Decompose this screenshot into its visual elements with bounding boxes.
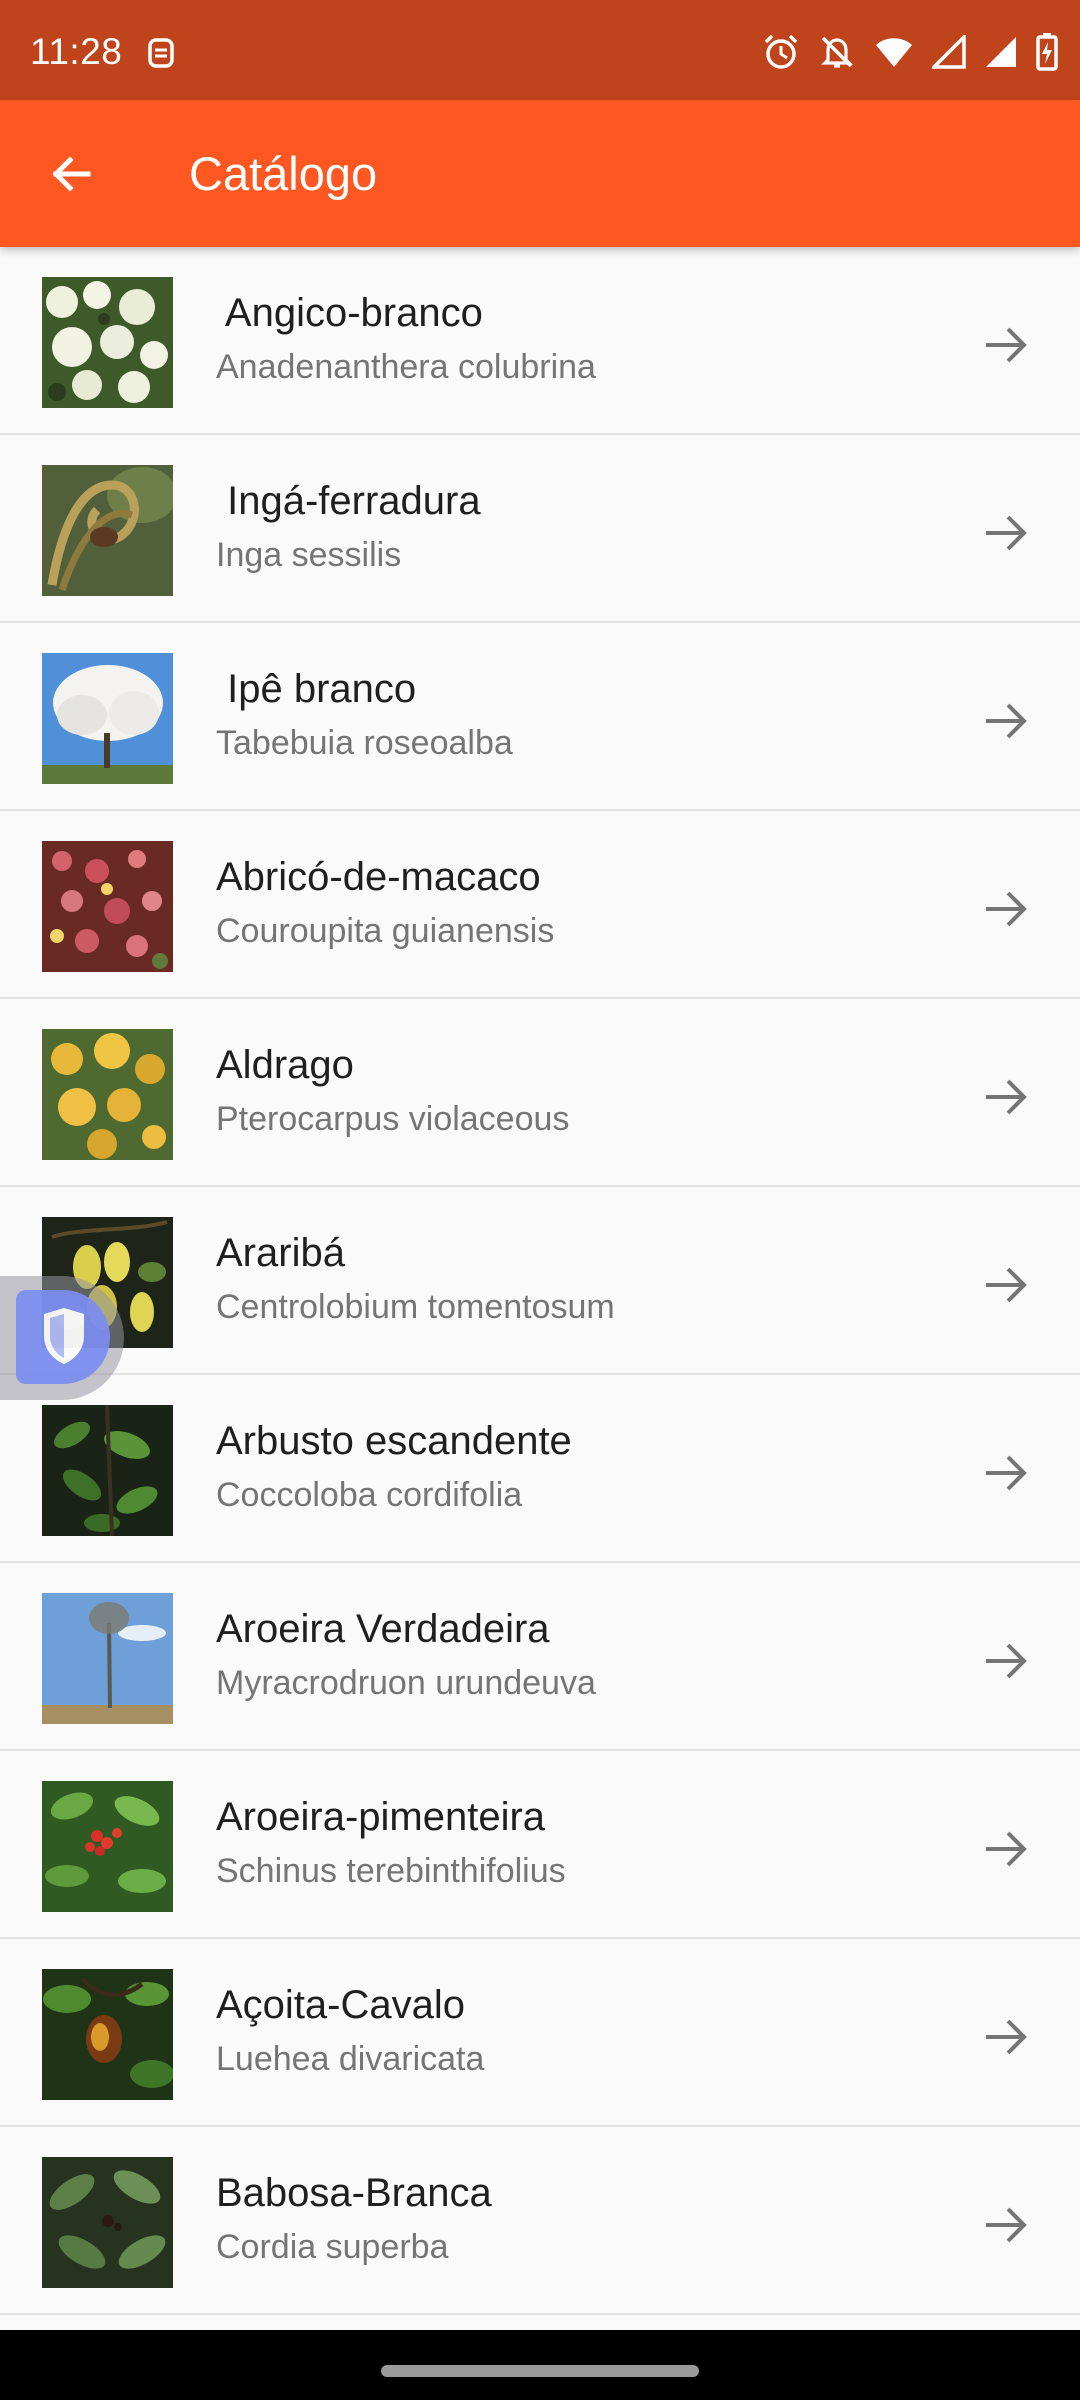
alarm-icon [762, 33, 800, 71]
item-common-name: Aldrago [216, 1043, 354, 1087]
item-common-name: Babosa-Branca [216, 2171, 492, 2215]
arrow-forward-icon [986, 1455, 1027, 1491]
plant-thumbnail [42, 1781, 173, 1912]
arrow-forward-icon [986, 1831, 1027, 1867]
item-scientific-name: Schinus terebinthifolius [216, 1852, 566, 1890]
item-scientific-name: Tabebuia roseoalba [216, 724, 513, 762]
shield-icon [16, 1290, 110, 1384]
item-scientific-name: Luehea divaricata [216, 2040, 485, 2078]
arrow-forward-icon [986, 327, 1027, 363]
item-scientific-name: Myracrodruon urundeuva [216, 1664, 596, 1702]
arrow-forward-icon [986, 2207, 1027, 2243]
list-item[interactable]: Aroeira Verdadeira Myracrodruon urundeuv… [0, 1563, 1080, 1751]
plant-thumbnail [42, 841, 173, 972]
plant-thumbnail [42, 1969, 173, 2100]
item-common-name: Araribá [216, 1231, 345, 1275]
list-item[interactable]: Babosa-Branca Cordia superba [0, 2127, 1080, 2315]
battery-charging-icon [1036, 33, 1058, 71]
item-scientific-name: Couroupita guianensis [216, 912, 555, 950]
home-gesture-handle[interactable] [381, 2365, 699, 2377]
status-bar: 11:28 [0, 0, 1080, 100]
navigation-bar [0, 2330, 1080, 2400]
wifi-icon [874, 35, 914, 69]
item-scientific-name: Pterocarpus violaceous [216, 1100, 570, 1138]
notifications-off-icon [818, 33, 856, 71]
list-item[interactable]: Araribá Centrolobium tomentosum [0, 1187, 1080, 1375]
list-item[interactable]: Ipê branco Tabebuia roseoalba [0, 623, 1080, 811]
item-common-name: Abricó-de-macaco [216, 855, 541, 899]
item-scientific-name: Coccoloba cordifolia [216, 1476, 523, 1514]
item-scientific-name: Cordia superba [216, 2228, 449, 2266]
arrow-forward-icon [986, 1079, 1027, 1115]
item-common-name: Angico-branco [216, 291, 483, 335]
item-common-name: Arbusto escandente [216, 1419, 572, 1463]
item-common-name: Aroeira-pimenteira [216, 1795, 546, 1839]
plant-thumbnail [42, 653, 173, 784]
screen-record-icon [146, 36, 176, 75]
arrow-back-icon [52, 156, 91, 192]
plant-thumbnail [42, 2157, 173, 2288]
signal-empty-icon [932, 35, 966, 69]
status-time: 11:28 [30, 31, 123, 72]
list-item[interactable]: Arbusto escandente Coccoloba cordifolia [0, 1375, 1080, 1563]
item-common-name: Ingá-ferradura [216, 479, 481, 523]
arrow-forward-icon [986, 1267, 1027, 1303]
floating-shield-button[interactable] [0, 1276, 124, 1400]
arrow-forward-icon [986, 515, 1027, 551]
plant-thumbnail [42, 1593, 173, 1724]
plant-thumbnail [42, 1405, 173, 1536]
list-item[interactable]: Angico-branco Anadenanthera colubrina [0, 247, 1080, 435]
list-item[interactable]: Ingá-ferradura Inga sessilis [0, 435, 1080, 623]
list-item[interactable]: Açoita-Cavalo Luehea divaricata [0, 1939, 1080, 2127]
list-item[interactable]: Aroeira-pimenteira Schinus terebinthifol… [0, 1751, 1080, 1939]
app-bar: Catálogo [0, 100, 1080, 247]
signal-full-icon [984, 35, 1018, 69]
plant-thumbnail [42, 465, 173, 596]
arrow-forward-icon [986, 703, 1027, 739]
arrow-forward-icon [986, 2019, 1027, 2055]
list-item[interactable]: Abricó-de-macaco Couroupita guianensis [0, 811, 1080, 999]
catalog-list: Angico-branco Anadenanthera colubrina In… [0, 247, 1080, 2315]
item-scientific-name: Centrolobium tomentosum [216, 1288, 615, 1326]
list-item[interactable]: Aldrago Pterocarpus violaceous [0, 999, 1080, 1187]
item-common-name: Aroeira Verdadeira [216, 1607, 550, 1651]
item-scientific-name: Anadenanthera colubrina [216, 348, 596, 386]
status-icons [762, 33, 1058, 71]
plant-thumbnail [42, 277, 173, 408]
arrow-forward-icon [986, 891, 1027, 927]
item-common-name: Açoita-Cavalo [216, 1983, 466, 2027]
arrow-forward-icon [986, 1643, 1027, 1679]
plant-thumbnail [42, 1029, 173, 1160]
item-scientific-name: Inga sessilis [216, 536, 402, 574]
item-common-name: Ipê branco [216, 667, 417, 711]
page-title: Catálogo [189, 147, 378, 200]
back-button[interactable] [36, 138, 108, 210]
